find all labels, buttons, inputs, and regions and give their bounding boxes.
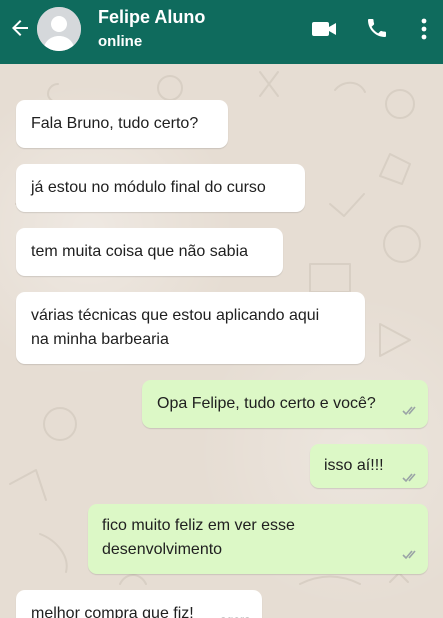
message-text: tem muita coisa que não sabia xyxy=(31,243,249,260)
message-bubble-incoming[interactable]: já estou no módulo final do curso xyxy=(16,164,305,212)
message-bubble-incoming[interactable]: várias técnicas que estou aplicando aqui… xyxy=(16,292,365,364)
message-text: já estou no módulo final do curso xyxy=(31,179,266,196)
message-text: fico muito feliz em ver esse xyxy=(102,517,295,534)
message-text: na minha barbearia xyxy=(31,331,169,348)
message-bubble-outgoing[interactable]: isso aí!!! xyxy=(310,444,428,488)
message-time: agora xyxy=(220,608,251,618)
message-text: Fala Bruno, tudo certo? xyxy=(31,115,199,132)
message-bubble-outgoing[interactable]: Opa Felipe, tudo certo e você? xyxy=(142,380,428,428)
video-call-icon[interactable] xyxy=(311,16,337,42)
avatar-placeholder-icon xyxy=(37,7,81,51)
message-text: isso aí!!! xyxy=(324,457,384,474)
chat-header: Felipe Aluno online xyxy=(0,0,443,64)
back-arrow-icon[interactable] xyxy=(8,16,32,40)
message-bubble-incoming[interactable]: tem muita coisa que não sabia xyxy=(16,228,283,276)
read-ticks-icon xyxy=(402,473,416,483)
phone-icon[interactable] xyxy=(365,16,389,40)
message-bubble-incoming[interactable]: melhor compra que fiz! agora xyxy=(16,590,262,618)
message-bubble-incoming[interactable]: Fala Bruno, tudo certo? xyxy=(16,100,228,148)
read-ticks-icon xyxy=(402,406,416,416)
contact-status: online xyxy=(98,33,143,50)
message-text: Opa Felipe, tudo certo e você? xyxy=(157,395,376,412)
message-text: desenvolvimento xyxy=(102,541,223,558)
message-text: várias técnicas que estou aplicando aqui xyxy=(31,307,320,324)
message-bubble-outgoing[interactable]: fico muito feliz em ver esse desenvolvim… xyxy=(88,504,428,574)
avatar[interactable] xyxy=(37,7,81,51)
contact-name[interactable]: Felipe Aluno xyxy=(98,7,205,28)
message-text: melhor compra que fiz! xyxy=(31,605,194,618)
chat-area[interactable]: Fala Bruno, tudo certo? já estou no módu… xyxy=(0,64,443,618)
read-ticks-icon xyxy=(402,550,416,560)
more-options-icon[interactable] xyxy=(416,16,432,42)
